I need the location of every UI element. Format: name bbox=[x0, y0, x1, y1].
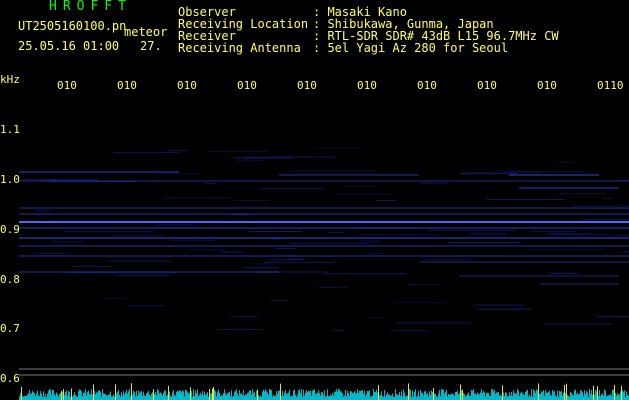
spectrogram-canvas bbox=[19, 147, 629, 400]
freq-label: 0.8 bbox=[0, 273, 20, 286]
freq-label: 1.1 bbox=[0, 123, 20, 136]
bottom-spectrum-strip bbox=[19, 383, 629, 400]
spectrogram-window: HROFFT UT2505160100.pn meteor 25.05.16 0… bbox=[0, 0, 629, 400]
freq-label: 0.9 bbox=[0, 223, 20, 236]
time-tick: 010 bbox=[477, 80, 497, 92]
freq-label: 0.6 bbox=[0, 372, 20, 385]
time-tick: 0110 bbox=[597, 80, 624, 92]
antenna-label: Receiving Antenna bbox=[178, 41, 301, 55]
freq-label: 0.7 bbox=[0, 322, 20, 335]
date-time: 25.05.16 01:00 bbox=[18, 39, 120, 53]
freq-label: 1.0 bbox=[0, 173, 20, 186]
mode-label: meteor bbox=[124, 25, 168, 39]
time-tick: 010 bbox=[537, 80, 557, 92]
time-tick: 010 bbox=[117, 80, 137, 92]
time-tick: 010 bbox=[177, 80, 197, 92]
time-tick: 010 bbox=[57, 80, 77, 92]
count-value: 27. bbox=[140, 39, 162, 53]
time-tick: 010 bbox=[417, 80, 437, 92]
signal-traces bbox=[19, 171, 629, 285]
time-tick: 010 bbox=[357, 80, 377, 92]
file-name: UT2505160100.pn bbox=[18, 19, 127, 33]
time-tick: 010 bbox=[237, 80, 257, 92]
antenna-value: : 5el Yagi Az 280 for Seoul bbox=[313, 41, 509, 55]
time-tick: 010 bbox=[297, 80, 317, 92]
freq-unit-label: kHz bbox=[0, 73, 20, 86]
app-brand: HROFFT bbox=[49, 0, 132, 14]
